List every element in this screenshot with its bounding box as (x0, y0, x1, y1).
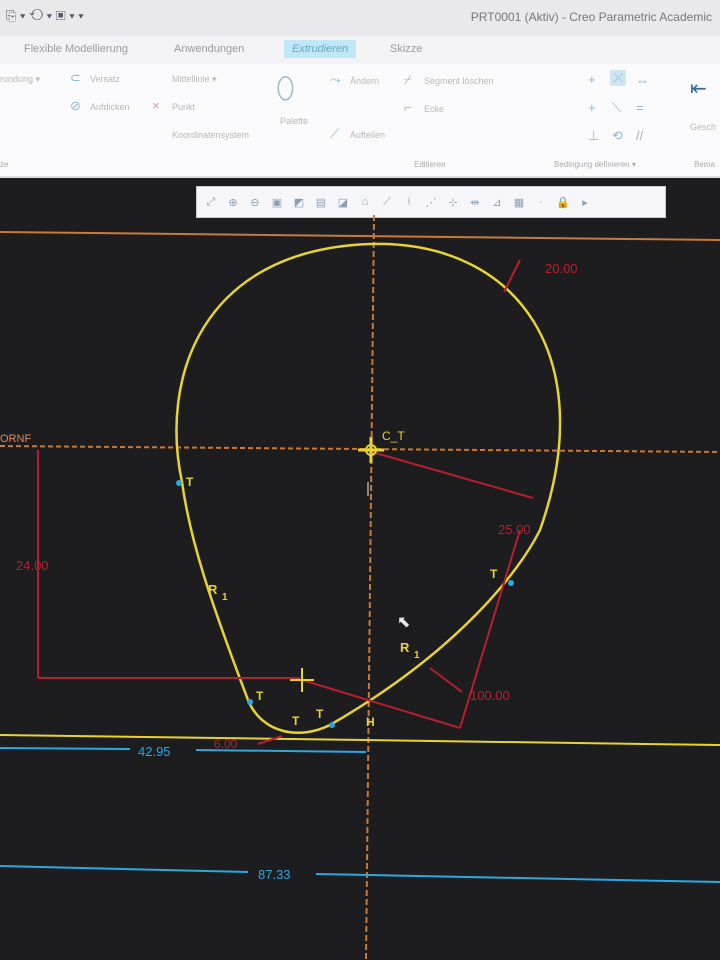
group-label-bema[interactable]: Bema (694, 160, 715, 169)
tangent-constraint-icon[interactable]: ⟍ (612, 100, 621, 116)
parallel-constraint-icon[interactable]: // (636, 128, 643, 143)
point-icon[interactable]: × (152, 98, 160, 113)
window-title: PRT0001 (Aktiv) - Creo Parametric Academ… (470, 10, 712, 24)
offset-icon[interactable]: ⊂ (70, 70, 81, 86)
tab-anwendungen[interactable]: Anwendungen (174, 43, 244, 55)
point-display-icon[interactable]: ⋰ (423, 196, 439, 209)
equal-constraint-icon[interactable]: = (636, 100, 644, 115)
modify-icon[interactable]: ⤳ (330, 72, 340, 88)
segment-loeschen-button[interactable]: Segment löschen (424, 76, 494, 86)
saved-views-icon[interactable]: ▤ (313, 196, 329, 209)
quick-access-toolbar[interactable]: ⎘ ▾ ⟲ ▾ ▣ ▾ ▾ (6, 8, 84, 24)
lock-icon[interactable]: 🔒 (555, 196, 571, 209)
more-icon[interactable]: ▸ (577, 196, 593, 209)
gesch-button[interactable]: Gesch (690, 122, 716, 132)
perpendicular-constraint-icon[interactable]: ⊥ (588, 128, 599, 144)
constraint-display-icon[interactable]: ⊿ (489, 196, 505, 209)
delete-segment-icon[interactable]: ⌿ (404, 72, 412, 88)
corner-icon[interactable]: ⌐ (404, 100, 412, 115)
tab-flexible-modellierung[interactable]: Flexible Modellierung (24, 43, 128, 55)
sketch-canvas[interactable] (0, 178, 720, 960)
repaint-icon[interactable]: ▣ (269, 196, 285, 209)
koordinatensystem-button[interactable]: Koordinatensystem (172, 130, 249, 140)
group-label-editieren[interactable]: Editieren (414, 160, 446, 169)
dimension-icon[interactable]: ⇤ (690, 76, 707, 101)
window-titlebar: ⎘ ▾ ⟲ ▾ ▣ ▾ ▾ PRT0001 (Aktiv) - Creo Par… (0, 0, 720, 37)
group-label-ze: ze (0, 160, 9, 169)
mouse-cursor-icon: ⬉ (397, 614, 411, 631)
ribbon-panel: rundung ▾ ⊂ Versatz Mittellinie ▾ ⊘ Aufd… (0, 64, 720, 178)
display-style-icon[interactable]: ◪ (335, 196, 351, 209)
versatz-button[interactable]: Versatz (90, 74, 120, 84)
grid-display-icon[interactable]: ▦ (511, 196, 527, 209)
ecke-button[interactable]: Ecke (424, 104, 444, 114)
midpoint-constraint-icon[interactable]: ↔ (636, 72, 649, 87)
horizontal-constraint-icon[interactable]: ⤫ (610, 70, 627, 86)
palette-button[interactable]: Palette (280, 116, 308, 126)
zoom-in-icon[interactable]: ⊕ (225, 196, 241, 209)
csys-display-icon[interactable]: ⊹ (445, 196, 461, 209)
dim-display-icon[interactable]: ⇹ (467, 196, 483, 209)
vertical-constraint-icon[interactable]: + (588, 72, 596, 87)
tab-skizze[interactable]: Skizze (390, 43, 422, 55)
rundung-button[interactable]: rundung ▾ (0, 74, 40, 85)
thicken-icon[interactable]: ⊘ (70, 98, 81, 114)
coincident-constraint-icon[interactable]: + (588, 100, 596, 115)
datum-display-icon[interactable]: ⟋ (379, 196, 395, 209)
mittellinie-button[interactable]: Mittellinie ▾ (172, 74, 217, 85)
divide-icon[interactable]: ⟋ (330, 126, 339, 142)
axis-display-icon[interactable]: ⟊ (401, 196, 417, 209)
view-orient-icon[interactable]: ◩ (291, 196, 307, 209)
aendern-button[interactable]: Ändern (350, 76, 379, 86)
aufdicken-button[interactable]: Aufdicken (90, 102, 130, 112)
tab-extrudieren[interactable]: Extrudieren (284, 40, 357, 58)
palette-icon[interactable]: ⬯ (276, 72, 295, 106)
aufteilen-button[interactable]: Aufteilen (350, 130, 385, 140)
zoom-out-icon[interactable]: ⊖ (247, 196, 263, 209)
refit-icon[interactable]: ⤢ (203, 196, 219, 209)
group-label-bedingung[interactable]: Bedingung definieren ▾ (554, 160, 636, 169)
sketch-view-icon[interactable]: ⌂ (357, 196, 373, 208)
punkt-button[interactable]: Punkt (172, 102, 195, 112)
graphics-toolbar: ⤢ ⊕ ⊖ ▣ ◩ ▤ ◪ ⌂ ⟋ ⟊ ⋰ ⊹ ⇹ ⊿ ▦ · 🔒 ▸ (196, 186, 666, 218)
ribbon-tabs: Flexible Modellierung Anwendungen Extrud… (0, 36, 720, 65)
vertex-display-icon[interactable]: · (533, 196, 549, 208)
symmetric-constraint-icon[interactable]: ⟲ (612, 128, 623, 144)
